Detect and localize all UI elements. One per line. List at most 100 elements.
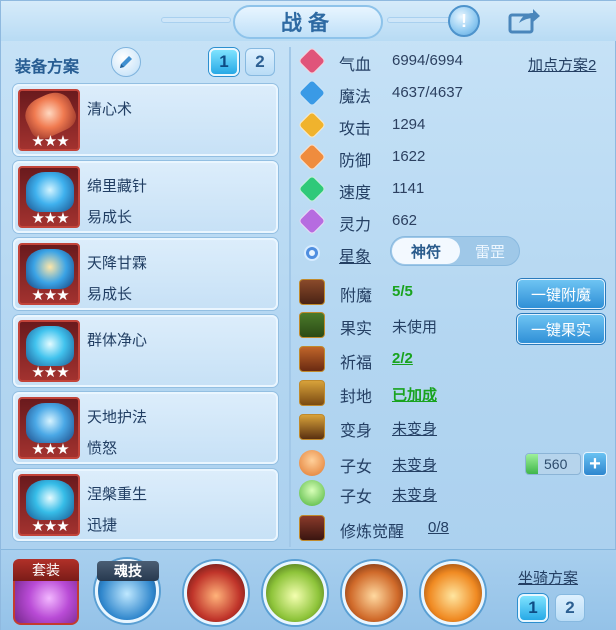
skill-card-4[interactable]: ★★★ 群体净心 [13,315,278,387]
feature-row-transform: 变身 未变身 [297,413,517,443]
child-icon-2 [299,480,325,506]
feature-row-fief: 封地 已加成 [297,379,517,409]
feature-value-bless[interactable]: 2/2 [392,350,413,367]
feature-row-bless: 祈福 2/2 [297,345,517,375]
skill-icon-6: ★★★ [18,474,80,536]
stat-row-defense: 防御 1622 [297,142,607,172]
skill-orb-2[interactable] [263,561,327,625]
equipment-plan-header: 装备方案 [13,47,283,77]
skill-trait-5: 愤怒 [87,440,118,457]
stat-row-attack: 攻击 1294 [297,110,607,140]
skill-stars-5: ★★★ [31,441,69,458]
star-sign-toggle[interactable]: 神符 雷罡 [390,236,520,266]
skill-icon-5: ★★★ [18,397,80,459]
feature-value-transform[interactable]: 未变身 [392,418,437,439]
skill-icon-3: ★★★ [18,243,80,305]
feature-row-enchant: 附魔 5/5 [297,278,517,308]
title-ornament-left [161,17,231,23]
skill-art-6 [26,480,74,520]
skill-trait-6: 迅捷 [87,517,118,534]
help-button[interactable]: ! [448,5,480,37]
skill-stars-1: ★★★ [31,133,69,150]
toggle-option-shenfu[interactable]: 神符 [392,238,460,264]
child-resource-counter: 560 [525,453,581,475]
skill-trait-2: 易成长 [87,209,133,226]
share-button[interactable] [507,7,541,35]
feature-row-child-2: 子女 未变身 [297,479,517,509]
stat-label-hp: 气血 [339,57,372,74]
equipment-plan-tab-1[interactable]: 1 [209,48,239,76]
one-click-fruit-button[interactable]: 一键果实 [517,314,605,344]
exclamation-icon: ! [461,10,467,31]
stat-value-mp: 4637/4637 [392,84,463,101]
lightning-icon [297,174,327,204]
feature-row-fruit: 果实 未使用 [297,311,517,341]
feature-value-fief[interactable]: 已加成 [392,384,437,405]
skill-name-6: 涅槃重生 [87,486,148,503]
feature-value-cultivation[interactable]: 0/8 [428,519,449,536]
feature-label-child-2: 子女 [340,489,373,506]
stat-label-spirit: 灵力 [339,217,372,234]
child-icon-1 [299,450,325,476]
feature-value-child-2[interactable]: 未变身 [392,484,437,505]
feature-label-child-1: 子女 [340,459,373,476]
feature-row-cultivation: 修炼觉醒 0/8 [297,514,517,544]
equipment-plan-tab-2[interactable]: 2 [245,48,275,76]
skill-card-6[interactable]: ★★★ 涅槃重生 迅捷 [13,469,278,541]
equipment-plan-label: 装备方案 [15,59,80,76]
skill-orb-3[interactable] [342,561,406,625]
feature-label-fruit: 果实 [340,321,373,338]
stat-label-attack: 攻击 [339,121,372,138]
battle-prep-window: 战备 ! 装备方案 1 2 ★★★ 清心术 ★★★ 绵里藏针 易成长 ★★★ 天… [0,0,616,630]
add-resource-button[interactable]: + [583,452,607,476]
skill-icon-4: ★★★ [18,320,80,382]
skill-name-2: 绵里藏针 [87,178,148,195]
feature-label-fief: 封地 [340,389,373,406]
mount-plan-tab-1[interactable]: 1 [518,594,548,622]
skill-art-5 [26,403,74,443]
skill-orb-4[interactable] [421,561,485,625]
stat-row-mp: 魔法 4637/4637 [297,78,607,108]
mount-plan-label: 坐骑方案 [518,570,579,587]
resource-value: 560 [544,456,568,472]
equipment-set-button[interactable]: 套装 [13,559,79,625]
cultivation-icon [299,515,325,541]
skill-card-2[interactable]: ★★★ 绵里藏针 易成长 [13,161,278,233]
toggle-option-leigang[interactable]: 雷罡 [461,238,519,264]
stat-label-speed: 速度 [339,185,372,202]
star-sign-label[interactable]: 星象 [339,243,371,267]
enchant-icon [299,279,325,305]
skill-stars-4: ★★★ [31,364,69,381]
stat-label-mp: 魔法 [339,89,372,106]
window-title: 战备 [233,5,383,39]
feature-label-bless: 祈福 [340,355,373,372]
stat-value-attack: 1294 [392,116,426,133]
transform-icon [299,414,325,440]
skill-name-5: 天地护法 [87,409,148,426]
stat-row-hp: 气血 6994/6994 [297,46,607,76]
stat-label-defense: 防御 [339,153,372,170]
feature-row-child-1: 子女 未变身 [297,449,517,479]
mana-icon [297,78,327,108]
feature-value-child-1[interactable]: 未变身 [392,454,437,475]
panel-divider [289,47,291,547]
feature-label-cultivation: 修炼觉醒 [340,524,405,541]
feature-value-fruit: 未使用 [392,319,438,336]
skill-icon-1: ★★★ [18,89,80,151]
skill-stars-3: ★★★ [31,287,69,304]
stat-value-hp: 6994/6994 [392,52,463,69]
skill-stars-6: ★★★ [31,518,69,535]
skill-stars-2: ★★★ [31,210,69,227]
edit-plan-button[interactable] [111,47,141,77]
skill-card-3[interactable]: ★★★ 天降甘霖 易成长 [13,238,278,310]
skill-orb-1[interactable] [184,561,248,625]
shield-icon [297,142,327,172]
skill-card-5[interactable]: ★★★ 天地护法 愤怒 [13,392,278,464]
mount-plan-tab-2[interactable]: 2 [555,594,585,622]
skill-card-1[interactable]: ★★★ 清心术 [13,84,278,156]
leaf-icon [299,312,325,338]
stat-value-spirit: 662 [392,212,418,229]
skill-art-3 [26,249,74,289]
stat-row-spirit: 灵力 662 [297,206,607,236]
one-click-enchant-button[interactable]: 一键附魔 [517,279,605,309]
